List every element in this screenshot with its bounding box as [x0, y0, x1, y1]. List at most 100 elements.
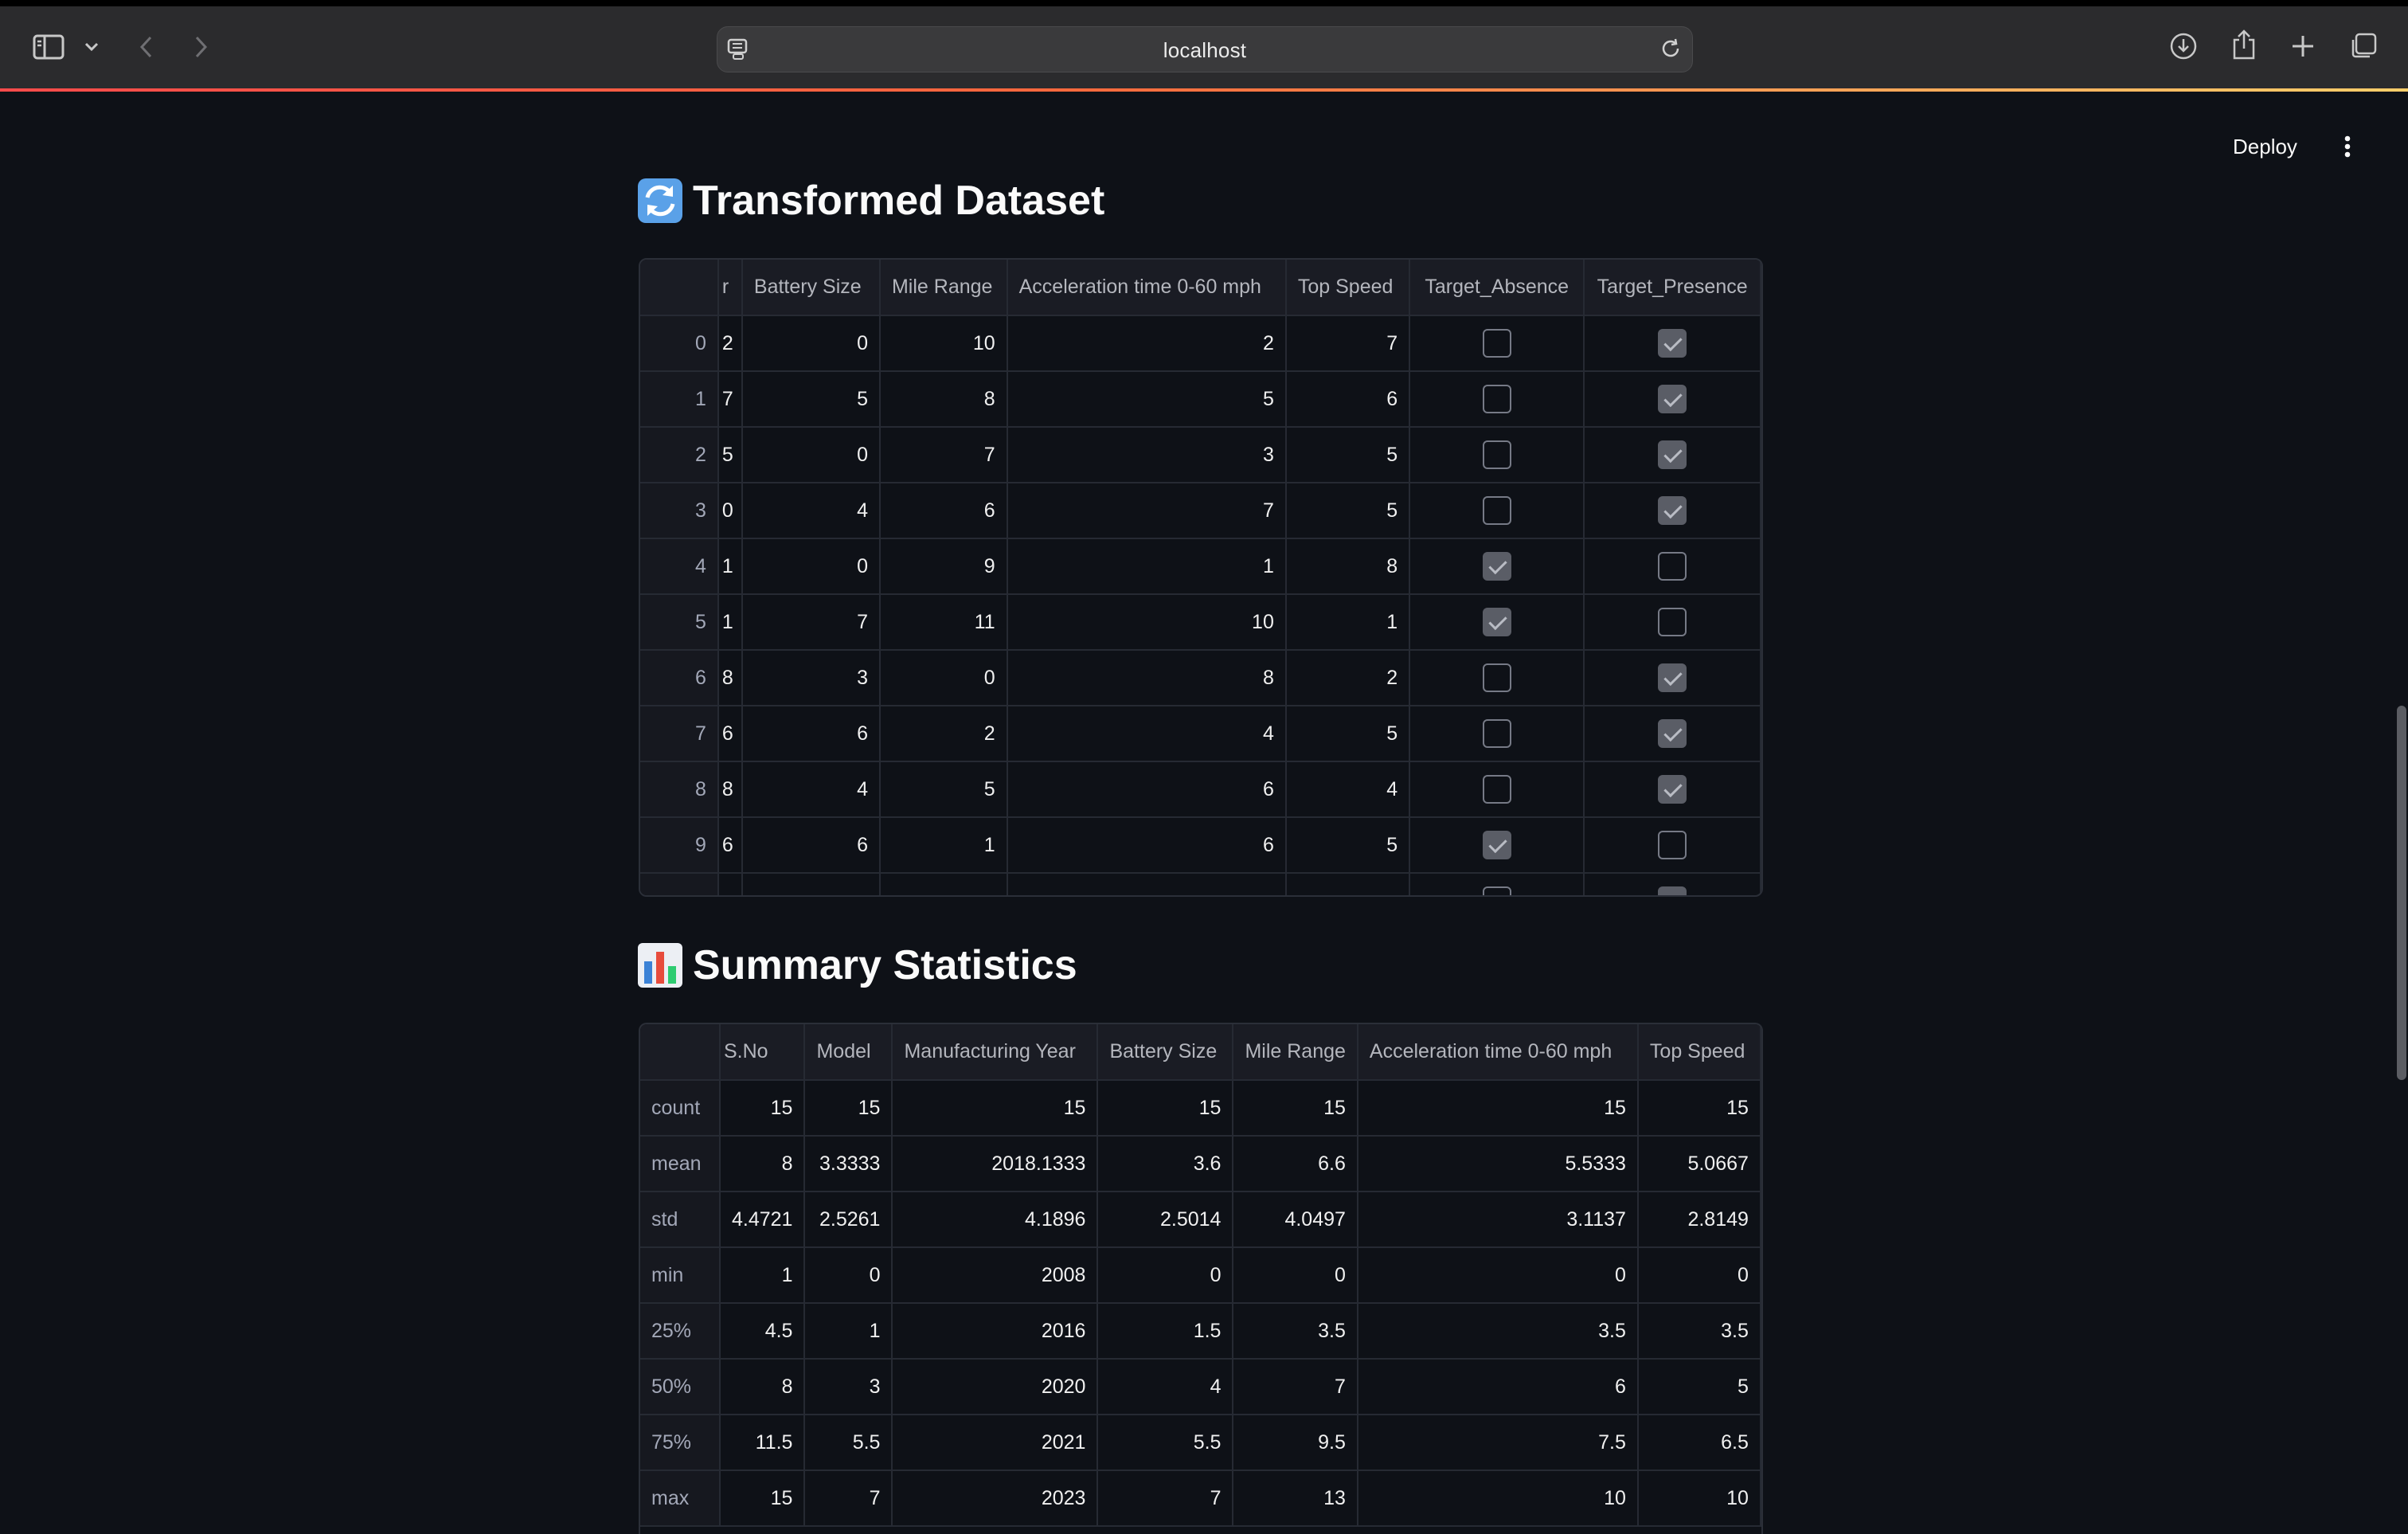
table-cell[interactable]: 15 — [720, 1080, 806, 1137]
table-cell[interactable]: 11 — [879, 594, 1008, 651]
table-cell[interactable]: 4.1896 — [892, 1192, 1099, 1248]
table-cell[interactable]: 8 — [1007, 650, 1287, 706]
table-cell[interactable]: 0 — [1097, 1247, 1234, 1304]
table-cell[interactable]: 2.5014 — [1097, 1192, 1234, 1248]
table-cell[interactable]: 7 — [1285, 315, 1411, 372]
table-cell[interactable]: 4.5 — [720, 1303, 806, 1360]
table-cell[interactable]: 4 — [741, 761, 881, 818]
table-cell[interactable]: 15 — [892, 1080, 1099, 1137]
checkbox[interactable] — [1482, 886, 1511, 895]
table-cell[interactable]: 7 — [879, 427, 1008, 483]
table-cell[interactable]: 6 — [741, 706, 881, 762]
table-cell[interactable]: 4 — [1097, 1359, 1234, 1415]
forward-arrow-icon[interactable] — [191, 33, 212, 61]
table-cell[interactable]: 3 — [1007, 427, 1287, 483]
table-cell[interactable]: 2008 — [892, 1247, 1099, 1304]
table-cell[interactable]: 1 — [717, 538, 743, 595]
table-cell[interactable]: 6 — [1007, 761, 1287, 818]
target-absence-checkbox[interactable] — [1482, 608, 1511, 636]
table-cell[interactable]: 4 — [1285, 761, 1411, 818]
main-menu-icon[interactable] — [2333, 129, 2362, 164]
table-cell[interactable]: 7 — [741, 594, 881, 651]
target-presence-checkbox[interactable] — [1658, 440, 1687, 469]
target-presence-checkbox[interactable] — [1658, 719, 1687, 748]
table-cell[interactable]: 1 — [879, 817, 1008, 874]
table-cell[interactable]: 15 — [1637, 1080, 1761, 1137]
target-absence-checkbox[interactable] — [1482, 775, 1511, 804]
table-cell[interactable]: 7 — [1233, 1359, 1358, 1415]
table-cell[interactable]: 6 — [717, 706, 743, 762]
table-cell[interactable]: 2 — [1285, 650, 1411, 706]
table-cell[interactable]: 15 — [1233, 1080, 1358, 1137]
table-cell[interactable]: 5 — [1007, 371, 1287, 428]
table-cell[interactable]: 2018.1333 — [892, 1136, 1099, 1192]
table-cell[interactable]: 0 — [804, 1247, 893, 1304]
column-header[interactable]: Target_Presence — [1584, 260, 1761, 316]
table-cell[interactable]: 7 — [804, 1470, 893, 1527]
table-cell[interactable]: 7.5 — [1357, 1415, 1639, 1471]
column-header[interactable]: Target_Absence — [1409, 260, 1585, 316]
checkbox[interactable] — [1658, 886, 1687, 895]
table-cell[interactable]: 0 — [741, 427, 881, 483]
share-icon[interactable] — [2228, 27, 2260, 62]
table-cell[interactable]: 1 — [804, 1303, 893, 1360]
table-cell[interactable]: 5.5 — [1097, 1415, 1234, 1471]
table-cell[interactable]: 13 — [1233, 1470, 1358, 1527]
target-absence-checkbox[interactable] — [1482, 663, 1511, 692]
target-absence-checkbox[interactable] — [1482, 329, 1511, 358]
target-presence-checkbox[interactable] — [1658, 329, 1687, 358]
table-cell[interactable]: 1 — [717, 594, 743, 651]
table-cell[interactable]: 2 — [1007, 315, 1287, 372]
column-header[interactable]: Mile Range — [879, 260, 1008, 316]
table-cell[interactable]: 6 — [879, 483, 1008, 539]
table-cell[interactable]: 4.0497 — [1233, 1192, 1358, 1248]
table-cell[interactable]: 3.1137 — [1357, 1192, 1639, 1248]
table-cell[interactable]: 0 — [717, 483, 743, 539]
transformed-dataset-table[interactable]: r Battery Size Mile Range Acceleration time… — [639, 258, 1763, 897]
table-cell[interactable]: 8 — [1285, 538, 1411, 595]
new-tab-plus-icon[interactable] — [2287, 30, 2319, 62]
target-absence-checkbox[interactable] — [1482, 440, 1511, 469]
table-cell[interactable]: 5 — [1285, 706, 1411, 762]
table-cell[interactable]: 2023 — [892, 1470, 1099, 1527]
table-cell[interactable]: 1 — [1285, 594, 1411, 651]
table-cell[interactable]: 9 — [879, 538, 1008, 595]
table-cell[interactable]: 10 — [1637, 1470, 1761, 1527]
table-cell[interactable]: 3 — [804, 1359, 893, 1415]
target-presence-checkbox[interactable] — [1658, 831, 1687, 859]
table-cell[interactable]: 10 — [879, 315, 1008, 372]
address-bar[interactable]: localhost — [717, 26, 1693, 72]
table-cell[interactable]: 7 — [717, 371, 743, 428]
table-cell[interactable]: 5.0667 — [1637, 1136, 1761, 1192]
table-cell[interactable]: 5 — [1285, 817, 1411, 874]
table-cell[interactable]: 2 — [879, 706, 1008, 762]
target-presence-checkbox[interactable] — [1658, 385, 1687, 413]
column-header[interactable]: r — [717, 260, 743, 316]
table-cell[interactable]: 15 — [1097, 1080, 1234, 1137]
table-cell[interactable]: 5 — [1285, 483, 1411, 539]
table-cell[interactable]: 11.5 — [720, 1415, 806, 1471]
column-header[interactable]: Acceleration time 0-60 mph — [1357, 1024, 1639, 1081]
table-cell[interactable]: 6.6 — [1233, 1136, 1358, 1192]
table-cell[interactable]: 2016 — [892, 1303, 1099, 1360]
table-cell[interactable]: 8 — [879, 371, 1008, 428]
table-cell[interactable]: 6 — [1357, 1359, 1639, 1415]
table-cell[interactable]: 15 — [804, 1080, 893, 1137]
target-presence-checkbox[interactable] — [1658, 552, 1687, 581]
table-cell[interactable]: 15 — [720, 1470, 806, 1527]
target-absence-checkbox[interactable] — [1482, 719, 1511, 748]
deploy-button[interactable]: Deploy — [2222, 129, 2308, 164]
table-cell[interactable]: 5.5333 — [1357, 1136, 1639, 1192]
table-cell[interactable]: 3.6 — [1097, 1136, 1234, 1192]
table-cell[interactable]: 2.8149 — [1637, 1192, 1761, 1248]
tab-overview-icon[interactable] — [2347, 30, 2379, 62]
column-header[interactable]: Mile Range — [1233, 1024, 1358, 1081]
target-absence-checkbox[interactable] — [1482, 385, 1511, 413]
table-cell[interactable]: 7 — [1097, 1470, 1234, 1527]
chevron-down-icon[interactable] — [81, 37, 102, 57]
table-cell[interactable]: 8 — [717, 650, 743, 706]
table-cell[interactable]: 5 — [879, 761, 1008, 818]
table-cell[interactable]: 0 — [1357, 1247, 1639, 1304]
column-header[interactable]: S.No — [720, 1024, 806, 1081]
table-cell[interactable]: 3.5 — [1637, 1303, 1761, 1360]
